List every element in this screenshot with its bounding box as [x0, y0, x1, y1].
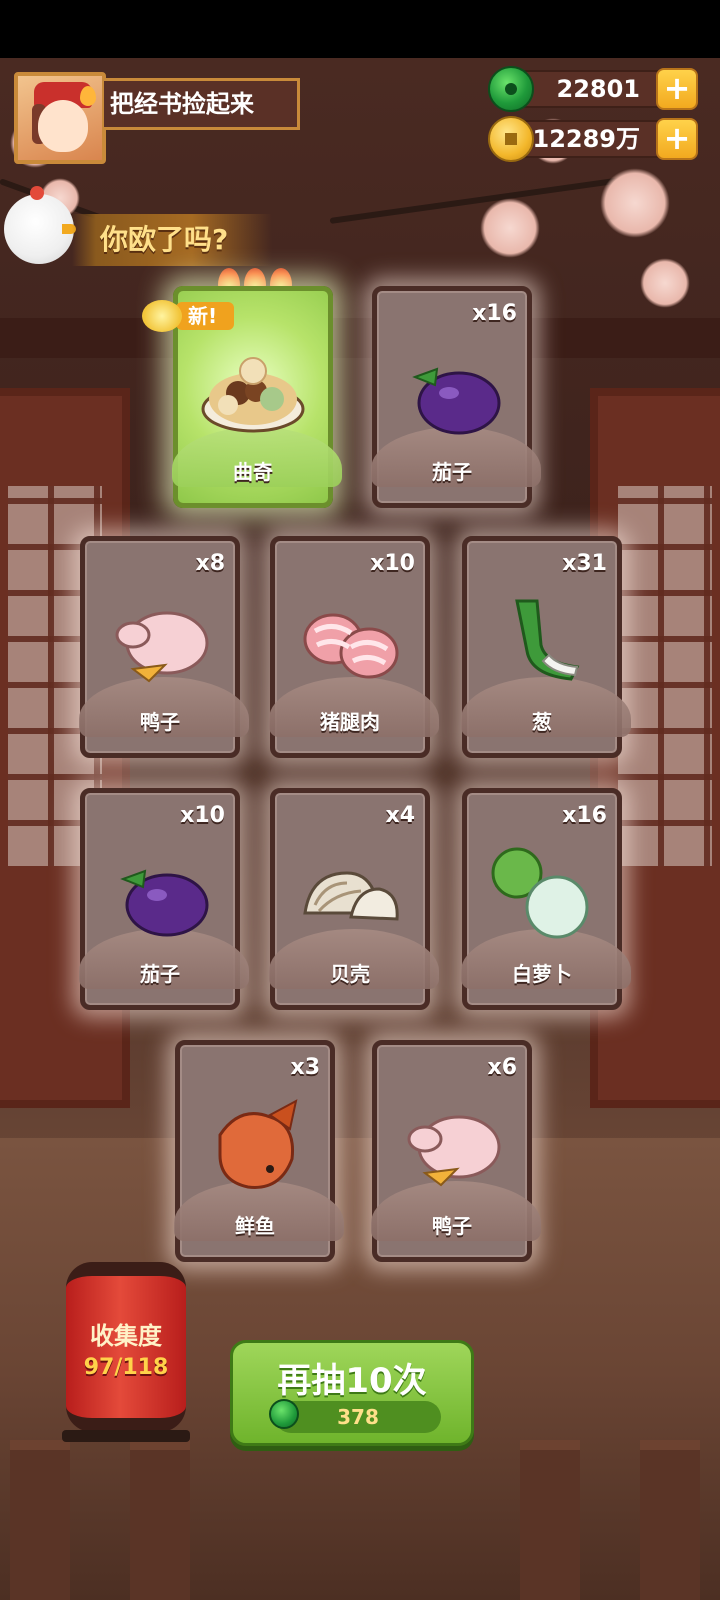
coin-currency: 12289万 +	[488, 116, 698, 162]
fence-post	[520, 1440, 580, 1600]
collection-label: 收集度	[90, 1322, 162, 1350]
card-count: x3	[290, 1055, 321, 1080]
jade-currency: 22801 +	[488, 66, 698, 112]
duck-icon	[115, 611, 209, 683]
card-count: x6	[487, 1055, 518, 1080]
collection-progress: 97/118	[83, 1355, 169, 1380]
add-coin-button[interactable]: +	[656, 118, 698, 160]
fence-post	[640, 1440, 700, 1600]
quest-title[interactable]: 把经书捡起来	[104, 78, 300, 130]
butterfly-icon	[142, 300, 182, 332]
card-item-name: 鲜鱼	[235, 1214, 275, 1238]
reward-card-green-onion[interactable]: x31 葱	[461, 536, 631, 758]
clam-icon	[303, 871, 399, 921]
eggplant-icon	[412, 367, 501, 435]
luck-banner: 你欧了吗?	[72, 214, 272, 266]
reward-card-fish[interactable]: x3 鲜鱼	[174, 1040, 344, 1262]
player-avatar[interactable]	[14, 72, 106, 164]
reward-card-pork-leg[interactable]: x10 猪腿肉	[269, 536, 439, 758]
jade-icon	[488, 66, 534, 112]
draw-again-label: 再抽10次	[277, 1361, 427, 1401]
blossom-flower	[480, 198, 540, 258]
cookie-dish-icon	[201, 357, 305, 433]
background-beam	[0, 318, 720, 358]
chick-mascot-icon	[4, 186, 76, 264]
card-count: x10	[180, 803, 225, 828]
reward-card-eggplant[interactable]: x10 茄子	[79, 788, 249, 1010]
status-bar	[0, 0, 720, 58]
card-item-name: 猪腿肉	[320, 710, 380, 734]
green-onion-icon	[515, 599, 580, 681]
white-radish-icon	[491, 847, 589, 939]
card-item-name: 贝壳	[330, 962, 370, 986]
draw-again-button[interactable]: 再抽10次 378	[230, 1340, 474, 1446]
fence-post	[10, 1440, 70, 1600]
lantern-stand	[62, 1430, 190, 1442]
pork-leg-icon	[303, 613, 399, 679]
fence-post	[130, 1440, 190, 1600]
fish-icon	[218, 1099, 298, 1189]
card-item-name: 曲奇	[233, 460, 273, 484]
draw-cost: 378	[275, 1401, 441, 1433]
blossom-flower	[600, 168, 670, 238]
blossom-branch	[329, 176, 628, 224]
blossom-flower	[640, 258, 690, 308]
card-item-name: 茄子	[140, 962, 180, 986]
duck-icon	[407, 1115, 501, 1187]
card-count: x10	[370, 551, 415, 576]
eggplant-icon	[120, 869, 209, 937]
card-item-name: 鸭子	[432, 1214, 472, 1238]
coin-icon	[488, 116, 534, 162]
new-badge: 新!	[140, 296, 236, 336]
card-count: x16	[562, 803, 607, 828]
add-jade-button[interactable]: +	[656, 68, 698, 110]
card-item-name: 茄子	[432, 460, 472, 484]
card-item-name: 白萝卜	[512, 962, 572, 986]
card-item-name: 鸭子	[140, 710, 180, 734]
jade-icon	[269, 1399, 299, 1429]
reward-card-white-radish[interactable]: x16 白萝卜	[461, 788, 631, 1010]
reward-card-clam[interactable]: x4 贝壳	[269, 788, 439, 1010]
card-item-name: 葱	[532, 710, 552, 734]
new-badge-label: 新!	[188, 304, 218, 328]
reward-card-duck[interactable]: x8 鸭子	[79, 536, 249, 758]
card-count: x8	[195, 551, 226, 576]
card-count: x16	[472, 301, 517, 326]
fire-icon	[80, 86, 96, 106]
card-count: x4	[385, 803, 416, 828]
collection-lantern[interactable]: 收集度 97/118	[66, 1262, 186, 1432]
reward-card-eggplant[interactable]: x16 茄子	[371, 286, 541, 508]
reward-card-duck[interactable]: x6 鸭子	[371, 1040, 541, 1262]
card-count: x31	[562, 551, 607, 576]
